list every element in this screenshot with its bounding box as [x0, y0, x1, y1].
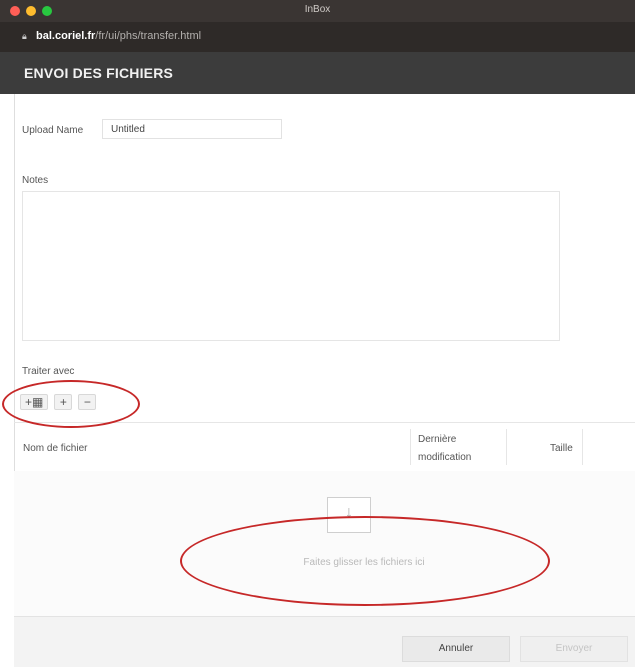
files-table-header: Nom de fichier Dernière modification Tai…: [14, 422, 635, 472]
cancel-button[interactable]: Annuler: [402, 636, 510, 662]
notes-textarea[interactable]: [22, 191, 560, 341]
drop-zone-hint: Faites glisser les fichiers ici: [303, 557, 425, 568]
upload-name-input[interactable]: Untitled: [102, 119, 282, 139]
add-folder-button[interactable]: +▦: [20, 394, 49, 410]
drop-zone[interactable]: [14, 471, 635, 616]
toolbar-label: Traiter avec: [22, 366, 75, 377]
column-header-filename[interactable]: Nom de fichier: [23, 443, 87, 454]
file-toolbar: +▦ + −: [20, 394, 97, 410]
download-arrow-icon: ↓: [327, 497, 371, 533]
column-divider: [506, 429, 507, 465]
window-title: InBox: [304, 4, 331, 15]
page-title: ENVOI DES FICHIERS: [24, 65, 174, 81]
column-header-modified-line2: modification: [418, 452, 472, 463]
column-header-modified[interactable]: Dernière modification: [418, 431, 498, 467]
address-bar[interactable]: 🔒︎ bal.coriel.fr/fr/ui/phs/transfer.html: [0, 22, 635, 52]
column-divider: [410, 429, 411, 465]
add-file-button[interactable]: +: [54, 394, 73, 410]
upload-name-label: Upload Name: [22, 125, 84, 136]
column-header-modified-line1: Dernière: [418, 434, 457, 445]
url-text[interactable]: bal.coriel.fr/fr/ui/phs/transfer.html: [36, 30, 201, 42]
notes-label: Notes: [22, 175, 49, 186]
column-header-size[interactable]: Taille: [550, 443, 573, 454]
lock-icon: 🔒︎: [22, 31, 27, 41]
column-divider: [582, 429, 583, 465]
window-titlebar: InBox: [0, 0, 635, 22]
url-host: bal.coriel.fr: [36, 30, 96, 42]
left-border: [0, 94, 15, 666]
app-header: ENVOI DES FICHIERS: [0, 52, 635, 94]
send-button[interactable]: Envoyer: [520, 636, 628, 662]
remove-file-button[interactable]: −: [78, 394, 97, 410]
url-path: /fr/ui/phs/transfer.html: [95, 30, 202, 42]
